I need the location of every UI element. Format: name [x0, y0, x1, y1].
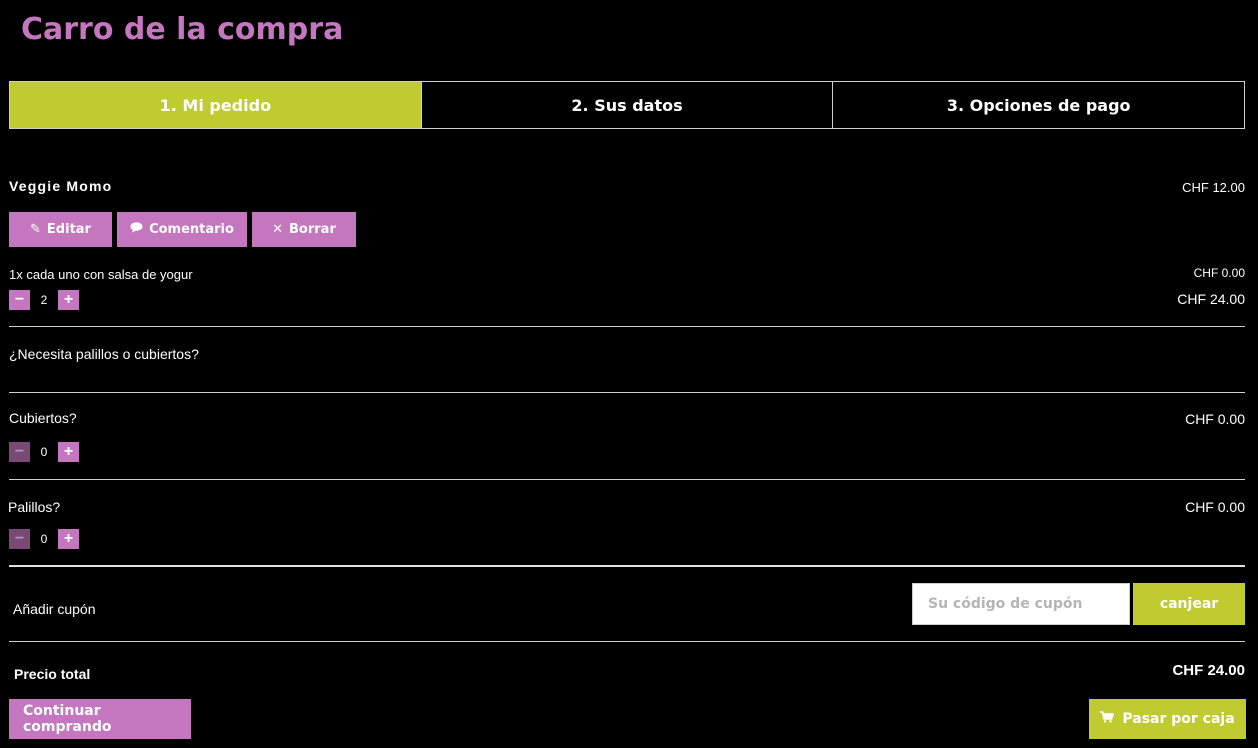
item-quantity-stepper: − 2 + — [9, 290, 79, 310]
divider — [9, 565, 1245, 567]
decrease-quantity-button[interactable]: − — [9, 290, 30, 310]
chopsticks-stepper: − 0 + — [9, 529, 79, 549]
step-your-details[interactable]: 2. Sus datos — [420, 82, 833, 128]
cutlery-label: Cubiertos? — [9, 410, 77, 426]
comment-button-label: Comentario — [149, 222, 234, 237]
item-option-price: CHF 0.00 — [1193, 266, 1245, 280]
page-title: Carro de la compra — [21, 12, 344, 47]
checkout-button-label: Pasar por caja — [1122, 711, 1235, 727]
cutlery-stepper: − 0 + — [9, 442, 79, 462]
item-option-text: 1x cada uno con salsa de yogur — [9, 267, 193, 282]
divider — [9, 392, 1245, 393]
chopsticks-label: Palillos? — [8, 499, 61, 515]
chopsticks-quantity: 0 — [40, 532, 48, 546]
decrease-cutlery-button[interactable]: − — [9, 442, 30, 462]
item-name: Veggie Momo — [9, 178, 113, 194]
step-payment-options[interactable]: 3. Opciones de pago — [832, 82, 1244, 128]
chopsticks-price: CHF 0.00 — [1185, 499, 1245, 515]
checkout-steps: 1. Mi pedido 2. Sus datos 3. Opciones de… — [9, 81, 1245, 129]
divider — [9, 326, 1245, 327]
item-quantity: 2 — [40, 293, 48, 307]
continue-shopping-button[interactable]: Continuar comprando — [9, 699, 191, 739]
item-actions: ✎ Editar Comentario ✕ Borrar — [9, 212, 356, 247]
redeem-coupon-button[interactable]: canjear — [1133, 583, 1245, 625]
total-value: CHF 24.00 — [1172, 662, 1245, 679]
increase-cutlery-button[interactable]: + — [58, 442, 79, 462]
cart-icon — [1100, 711, 1115, 727]
delete-button-label: Borrar — [289, 222, 336, 237]
divider — [9, 479, 1245, 480]
cutlery-price: CHF 0.00 — [1185, 411, 1245, 427]
divider — [9, 641, 1245, 642]
total-label: Precio total — [14, 666, 91, 682]
item-unit-price: CHF 12.00 — [1182, 180, 1245, 195]
step-my-order[interactable]: 1. Mi pedido — [10, 82, 421, 128]
cutlery-quantity: 0 — [40, 445, 48, 459]
delete-button[interactable]: ✕ Borrar — [252, 212, 356, 247]
decrease-chopsticks-button[interactable]: − — [9, 529, 30, 549]
increase-chopsticks-button[interactable]: + — [58, 529, 79, 549]
speech-bubble-icon — [130, 222, 143, 237]
edit-button-label: Editar — [46, 222, 91, 237]
item-total: CHF 24.00 — [1177, 291, 1245, 307]
edit-button[interactable]: ✎ Editar — [9, 212, 112, 247]
checkout-button[interactable]: Pasar por caja — [1089, 699, 1246, 739]
pencil-icon: ✎ — [30, 222, 41, 237]
comment-button[interactable]: Comentario — [117, 212, 247, 247]
coupon-label: Añadir cupón — [13, 601, 96, 617]
increase-quantity-button[interactable]: + — [58, 290, 79, 310]
close-icon: ✕ — [272, 222, 284, 237]
extras-question: ¿Necesita palillos o cubiertos? — [9, 346, 199, 362]
coupon-code-input[interactable]: Su código de cupón — [912, 583, 1130, 625]
